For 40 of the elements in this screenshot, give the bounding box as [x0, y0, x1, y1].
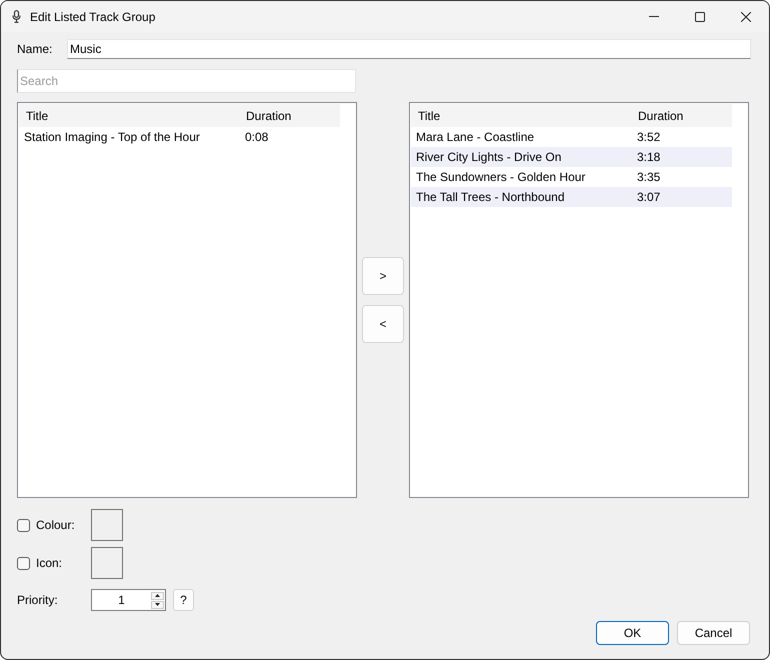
checkbox[interactable]: [17, 556, 30, 570]
table-cell-text: River City Lights - Drive On: [415, 149, 562, 166]
column-header[interactable]: Title: [411, 106, 632, 124]
column-header[interactable]: Title: [19, 106, 240, 124]
dialog-button[interactable]: Cancel: [677, 621, 750, 645]
table-cell-text: 3:35: [636, 169, 662, 186]
maximize-icon: [695, 12, 705, 22]
column-header[interactable]: Duration: [632, 106, 732, 124]
minimize-icon: [649, 16, 659, 17]
up-arrow-icon: [155, 594, 160, 597]
checkbox[interactable]: [17, 518, 30, 532]
name-label: Name:: [17, 41, 54, 58]
column-header[interactable]: Duration: [240, 106, 340, 124]
help-button[interactable]: ?: [173, 589, 194, 611]
microphone-icon: [12, 10, 21, 23]
option-label: Colour:: [36, 517, 75, 534]
option-label: Icon:: [36, 555, 62, 572]
list-row[interactable]: The Tall Trees - Northbound 3:07: [411, 187, 732, 207]
list-row[interactable]: River City Lights - Drive On 3:18: [411, 147, 732, 167]
table-cell-text: The Sundowners - Golden Hour: [415, 169, 586, 186]
move-button[interactable]: <: [362, 305, 404, 343]
spin-up-button[interactable]: [151, 592, 164, 600]
icon-picker[interactable]: [91, 547, 123, 579]
table-cell-text: 3:07: [636, 189, 662, 206]
dialog-button[interactable]: OK: [596, 621, 669, 645]
table-cell-text: Mara Lane - Coastline: [415, 129, 536, 146]
table-cell-text: 3:52: [636, 129, 662, 146]
window-title: Edit Listed Track Group: [30, 8, 156, 26]
spin-down-button[interactable]: [151, 600, 164, 608]
down-arrow-icon: [155, 603, 160, 606]
table-cell-text: The Tall Trees - Northbound: [415, 189, 566, 206]
priority-label: Priority:: [17, 592, 59, 609]
priority-spin-field[interactable]: 1: [91, 589, 166, 611]
name-field[interactable]: Music: [67, 39, 751, 59]
table-cell-text: Station Imaging - Top of the Hour: [23, 129, 201, 146]
move-button[interactable]: >: [362, 257, 404, 295]
table-cell-text: 3:18: [636, 149, 662, 166]
close-icon: [741, 12, 751, 22]
colour-picker[interactable]: [91, 509, 123, 541]
table-cell-text: 0:08: [244, 129, 270, 146]
